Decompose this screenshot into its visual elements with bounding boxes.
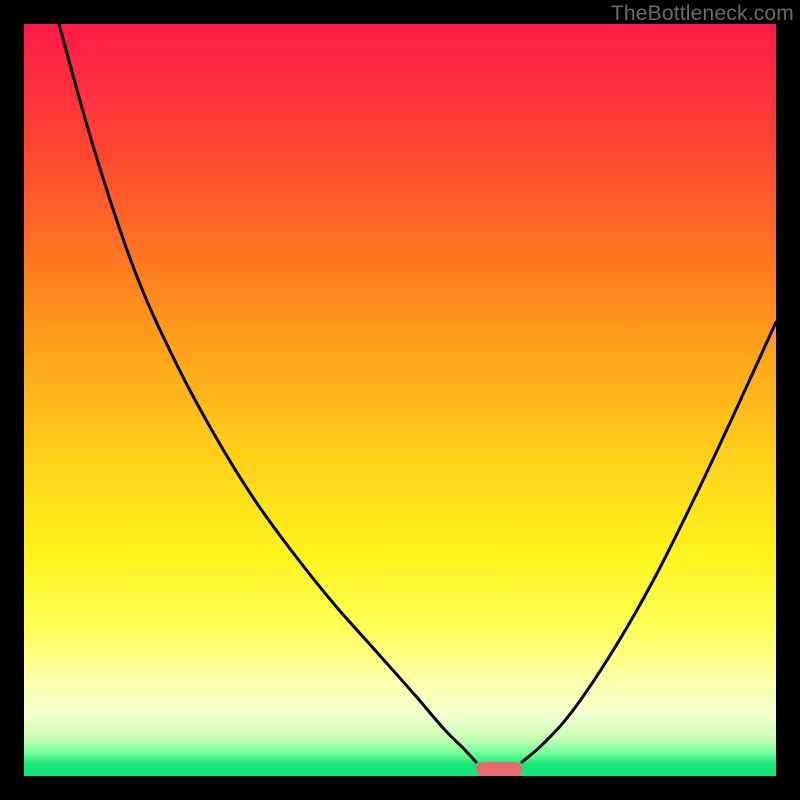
- left-branch-path: [59, 24, 476, 762]
- right-branch-path: [522, 322, 776, 762]
- plot-area: [24, 24, 776, 776]
- bottleneck-marker: [476, 762, 522, 776]
- curve-svg: [24, 24, 776, 776]
- chart-frame: TheBottleneck.com: [0, 0, 800, 800]
- watermark-text: TheBottleneck.com: [611, 2, 794, 26]
